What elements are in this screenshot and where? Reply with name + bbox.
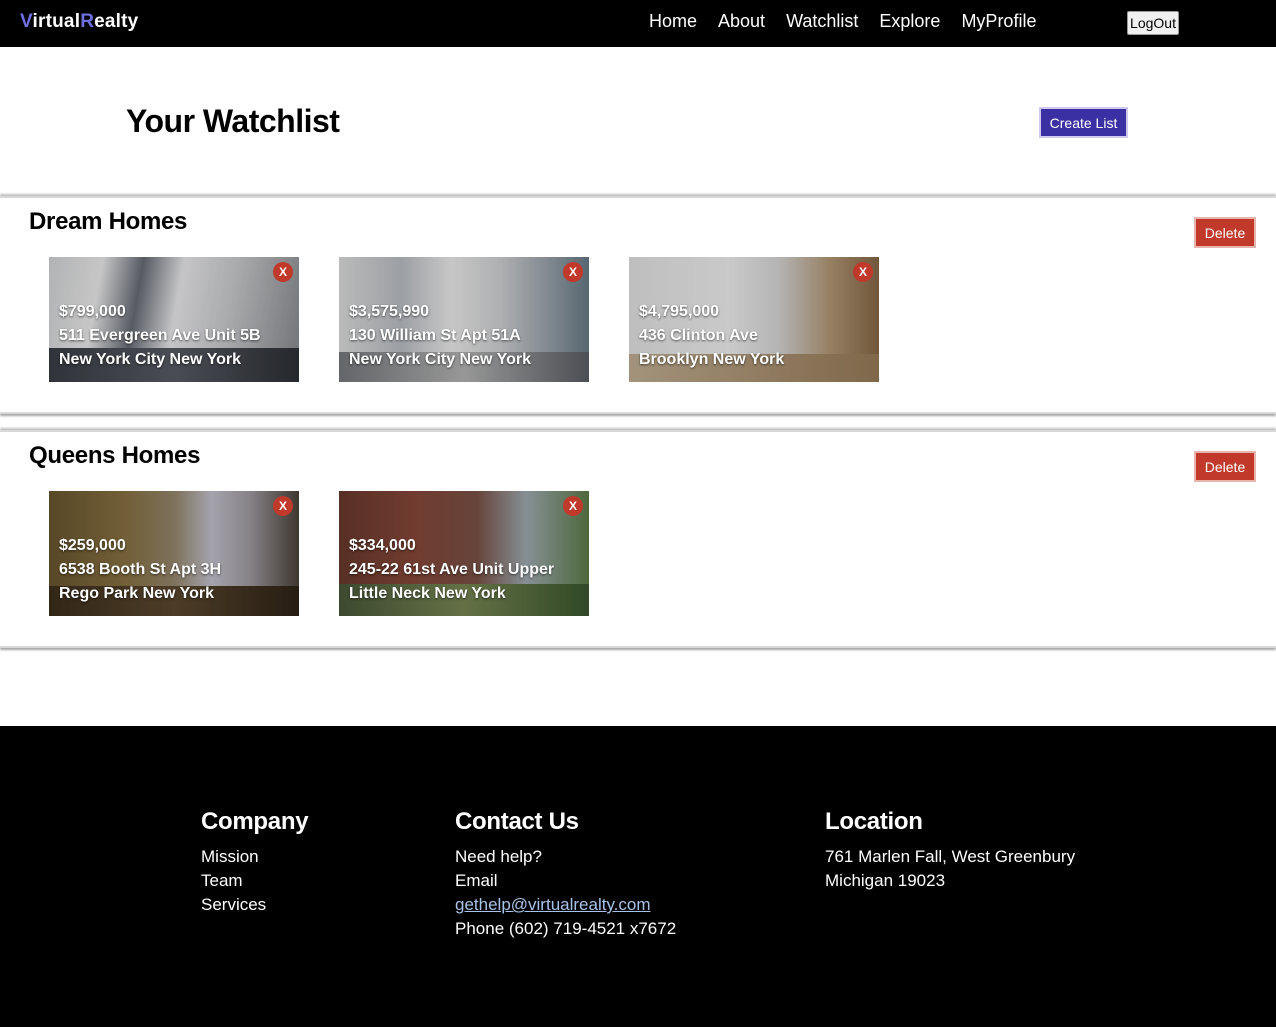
- remove-property-button[interactable]: X: [563, 496, 583, 516]
- delete-list-button[interactable]: Delete: [1194, 217, 1256, 248]
- address-line-1: 761 Marlen Fall, West Greenbury: [825, 847, 1076, 866]
- phone-text: Phone (602) 719-4521 x7672: [455, 919, 677, 938]
- property-address: 130 William St Apt 51A: [349, 327, 521, 344]
- property-city: Little Neck New York: [349, 585, 506, 602]
- create-list-button[interactable]: Create List: [1039, 107, 1128, 138]
- nav-watchlist[interactable]: Watchlist: [786, 11, 858, 32]
- footer-location: Location 761 Marlen Fall, West Greenbury…: [825, 808, 1075, 893]
- property-city: Rego Park New York: [59, 585, 215, 602]
- list-title: Queens Homes: [29, 442, 201, 469]
- footer: Company Mission Team Services Contact Us…: [0, 726, 1276, 1027]
- property-card[interactable]: $3,575,990 130 William St Apt 51A New Yo…: [339, 257, 589, 382]
- property-city: Brooklyn New York: [639, 351, 785, 368]
- remove-property-button[interactable]: X: [273, 496, 293, 516]
- property-address: 6538 Booth St Apt 3H: [59, 561, 222, 578]
- footer-company: Company Mission Team Services: [201, 808, 309, 917]
- property-card[interactable]: $334,000 245-22 61st Ave Unit Upper Litt…: [339, 491, 589, 616]
- nav-home[interactable]: Home: [649, 11, 697, 32]
- property-info: $4,795,000 436 Clinton Ave Brooklyn New …: [639, 300, 784, 372]
- footer-heading: Contact Us: [455, 808, 579, 835]
- footer-link-team[interactable]: Team: [201, 869, 308, 893]
- navbar: VirtualRealty Home About Watchlist Explo…: [0, 0, 1276, 47]
- footer-heading: Company: [201, 808, 309, 835]
- email-label: Email: [455, 871, 498, 890]
- remove-property-button[interactable]: X: [563, 262, 583, 282]
- property-city: New York City New York: [59, 351, 241, 368]
- footer-heading: Location: [825, 808, 923, 835]
- footer-contact: Contact Us Need help? Email gethelp@virt…: [455, 808, 676, 941]
- email-link[interactable]: gethelp@virtualrealty.com: [455, 895, 651, 914]
- page-title: Your Watchlist: [126, 103, 340, 139]
- property-price: $259,000: [59, 537, 126, 554]
- logout-button[interactable]: LogOut: [1127, 11, 1179, 35]
- property-card[interactable]: $4,795,000 436 Clinton Ave Brooklyn New …: [629, 257, 879, 382]
- nav-myprofile[interactable]: MyProfile: [961, 11, 1036, 32]
- property-address: 245-22 61st Ave Unit Upper: [349, 561, 555, 578]
- nav-links: Home About Watchlist Explore MyProfile: [649, 11, 1036, 32]
- property-price: $334,000: [349, 537, 416, 554]
- property-price: $4,795,000: [639, 303, 720, 320]
- watchlist-dream-homes: Dream Homes Delete $799,000 511 Evergree…: [0, 196, 1276, 414]
- property-info: $259,000 6538 Booth St Apt 3H Rego Park …: [59, 534, 221, 606]
- logo[interactable]: VirtualRealty: [20, 11, 138, 33]
- need-help-text: Need help?: [455, 847, 542, 866]
- property-address: 511 Evergreen Ave Unit 5B: [59, 327, 261, 344]
- property-address: 436 Clinton Ave: [639, 327, 758, 344]
- property-card[interactable]: $799,000 511 Evergreen Ave Unit 5B New Y…: [49, 257, 299, 382]
- footer-link-services[interactable]: Services: [201, 893, 308, 917]
- property-city: New York City New York: [349, 351, 531, 368]
- property-price: $3,575,990: [349, 303, 430, 320]
- footer-link-mission[interactable]: Mission: [201, 845, 308, 869]
- watchlist-queens-homes: Queens Homes Delete $259,000 6538 Booth …: [0, 430, 1276, 648]
- nav-about[interactable]: About: [718, 11, 765, 32]
- remove-property-button[interactable]: X: [853, 262, 873, 282]
- address-line-2: Michigan 19023: [825, 871, 946, 890]
- delete-list-button[interactable]: Delete: [1194, 451, 1256, 482]
- property-info: $334,000 245-22 61st Ave Unit Upper Litt…: [349, 534, 554, 606]
- list-title: Dream Homes: [29, 208, 188, 235]
- remove-property-button[interactable]: X: [273, 262, 293, 282]
- property-price: $799,000: [59, 303, 126, 320]
- property-card[interactable]: $259,000 6538 Booth St Apt 3H Rego Park …: [49, 491, 299, 616]
- property-info: $799,000 511 Evergreen Ave Unit 5B New Y…: [59, 300, 261, 372]
- nav-explore[interactable]: Explore: [879, 11, 940, 32]
- property-info: $3,575,990 130 William St Apt 51A New Yo…: [349, 300, 531, 372]
